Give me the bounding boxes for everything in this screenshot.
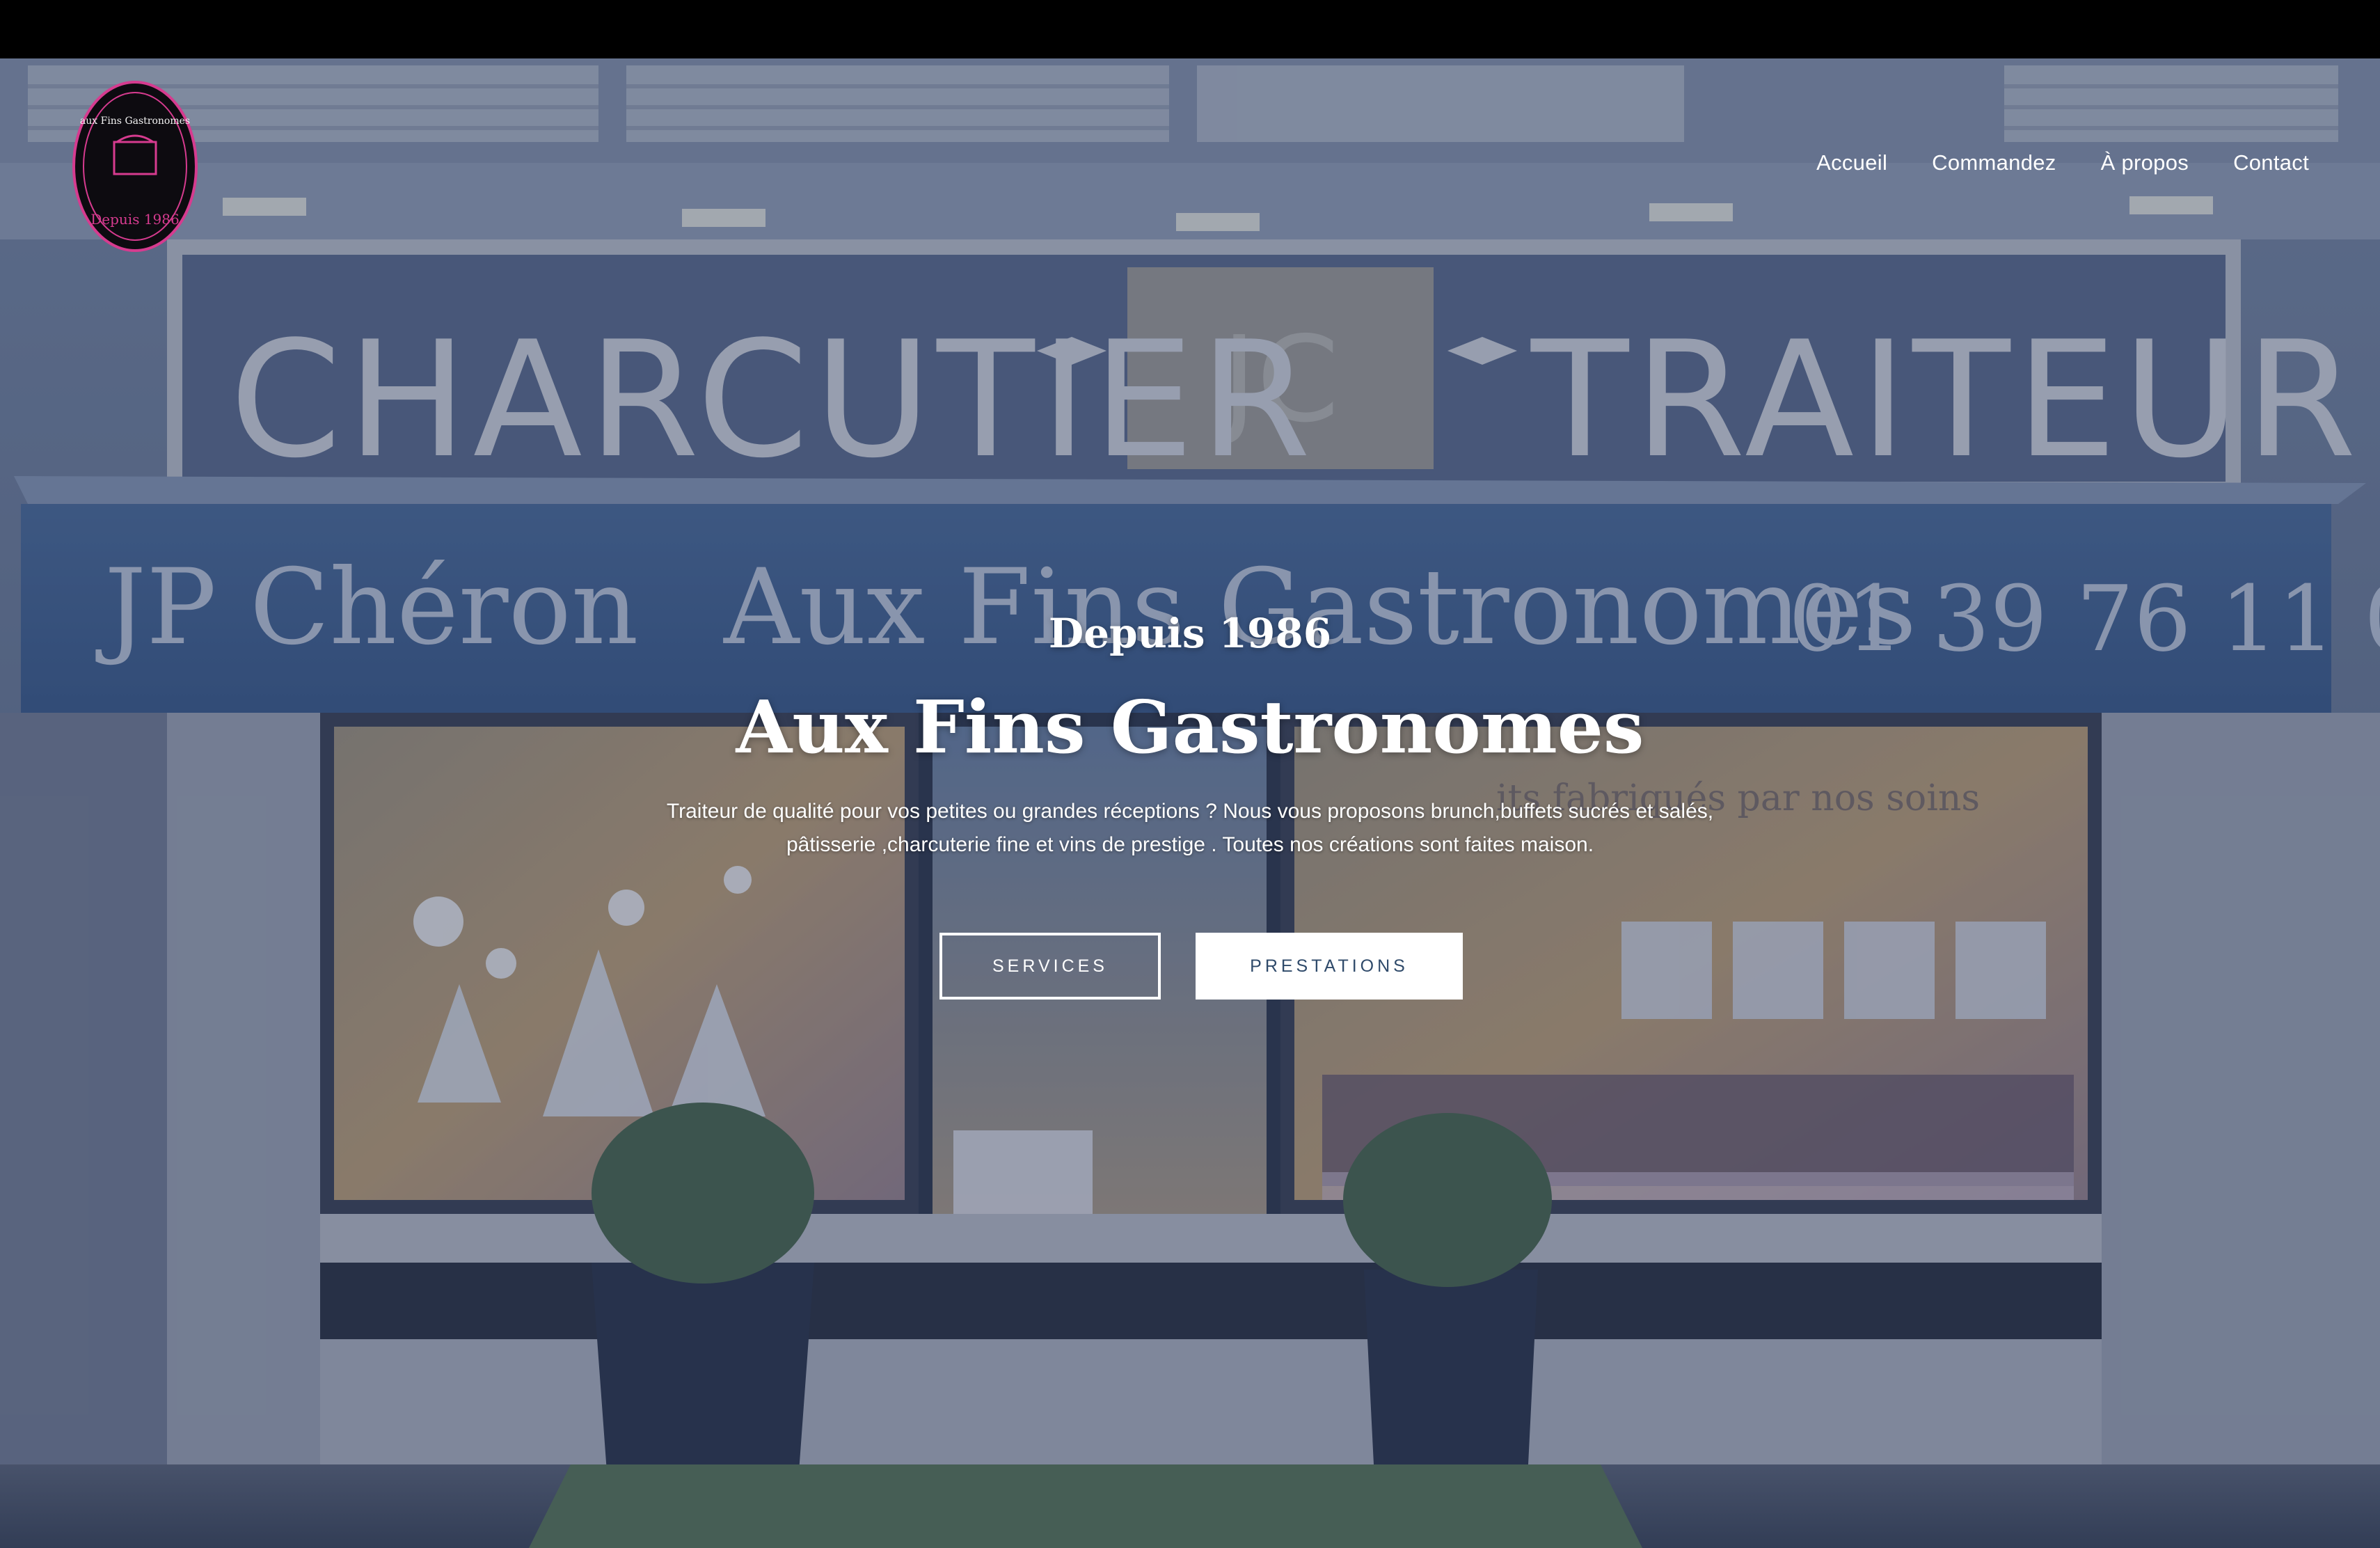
top-black-bar (0, 0, 2380, 58)
hero-description: Traiteur de qualité pour vos petites ou … (0, 795, 2380, 862)
hero-description-line-2: pâtisserie ,charcuterie fine et vins de … (786, 833, 1594, 856)
main-navigation: Accueil Commandez À propos Contact (1816, 149, 2309, 177)
hero-subtitle: Depuis 1986 (1048, 610, 1332, 657)
logo-text: aux Fins Gastronomes (80, 116, 190, 127)
nav-item-a-propos[interactable]: À propos (2101, 149, 2189, 177)
hero-description-line-1: Traiteur de qualité pour vos petites ou … (666, 800, 1714, 823)
hero-title: Aux Fins Gastronomes (736, 684, 1644, 770)
nav-item-contact[interactable]: Contact (2233, 149, 2309, 177)
nav-item-accueil[interactable]: Accueil (1816, 149, 1887, 177)
logo-subtext: Depuis 1986 (90, 211, 179, 228)
nav-item-commandez[interactable]: Commandez (1932, 149, 2056, 177)
brand-logo[interactable]: aux Fins Gastronomes Depuis 1986 (72, 81, 198, 252)
services-button[interactable]: SERVICES (939, 933, 1161, 1000)
prestations-button[interactable]: PRESTATIONS (1196, 933, 1463, 1000)
